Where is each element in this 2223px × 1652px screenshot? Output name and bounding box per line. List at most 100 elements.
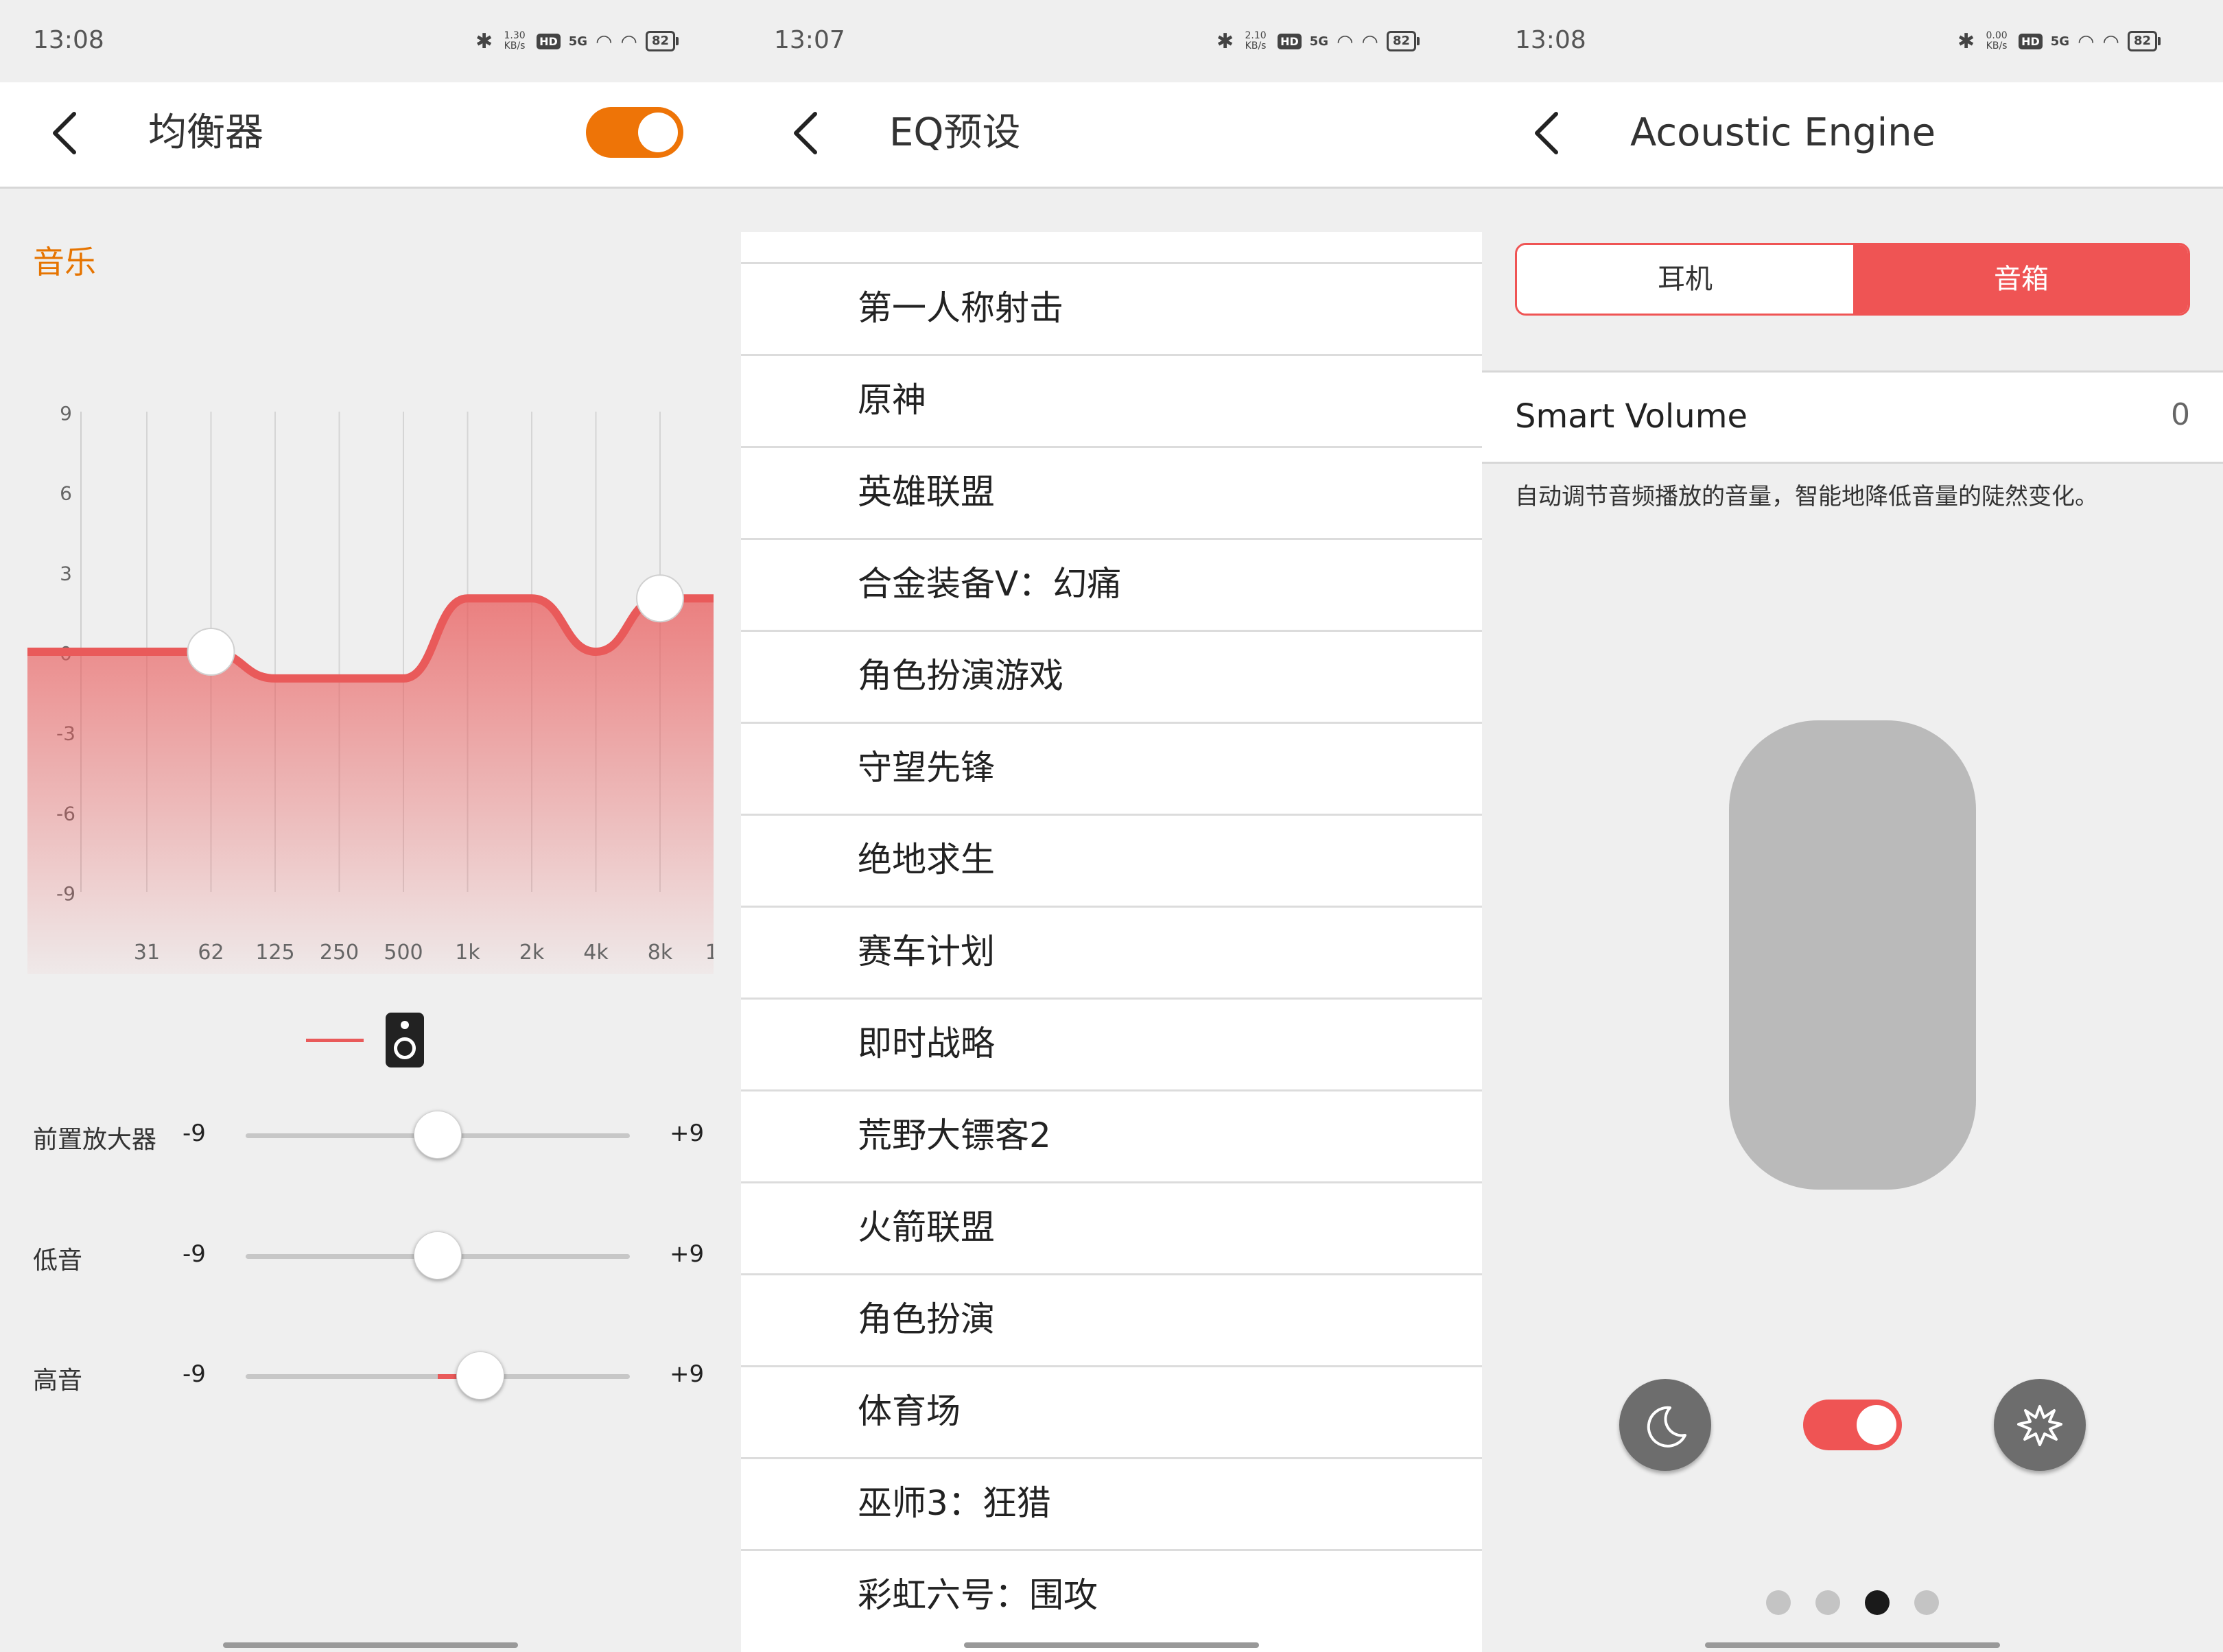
wifi-icon: ◠: [2102, 30, 2119, 53]
wifi-icon: ◠: [620, 30, 637, 53]
preset-item[interactable]: 第一人称射击: [741, 262, 1482, 354]
hd-badge: HD: [1278, 33, 1302, 49]
back-button[interactable]: [1520, 106, 1575, 161]
slider-max: +9: [670, 1120, 705, 1147]
x-tick-label: 250: [320, 941, 359, 965]
signal-5g: 5G: [1309, 34, 1329, 49]
slider-label: 前置放大器: [33, 1126, 157, 1154]
slider-thumb[interactable]: [414, 1231, 462, 1279]
back-button[interactable]: [38, 106, 93, 161]
slider-bass: 低音 -9 +9: [0, 1221, 741, 1290]
page-dot[interactable]: [1865, 1590, 1890, 1615]
smart-volume-row[interactable]: Smart Volume 0: [1482, 370, 2223, 464]
slider-track[interactable]: [246, 1231, 630, 1279]
preset-item[interactable]: 体育场: [741, 1365, 1482, 1457]
x-tick-label: 8k: [648, 941, 673, 965]
status-time: 13:08: [33, 26, 104, 54]
preset-item[interactable]: 即时战略: [741, 998, 1482, 1089]
preset-item[interactable]: 守望先锋: [741, 722, 1482, 814]
status-time: 13:08: [1515, 26, 1586, 54]
preset-item[interactable]: 英雄联盟: [741, 446, 1482, 538]
moon-icon: [1647, 1406, 1686, 1448]
preset-item[interactable]: 原神: [741, 354, 1482, 446]
slider-treble: 高音 -9 +9: [0, 1341, 741, 1410]
x-tick-label: 1k: [455, 941, 480, 965]
network-speed: 2.10 KB/s: [1245, 30, 1267, 51]
slider-max: +9: [670, 1360, 705, 1388]
app-header: EQ预设: [741, 82, 1482, 189]
slider-preamp: 前置放大器 -9 +9: [0, 1100, 741, 1169]
x-tick-label: 62: [198, 941, 224, 965]
band-handle[interactable]: [636, 574, 684, 623]
slider-label: 高音: [33, 1367, 83, 1395]
preset-item[interactable]: 绝地求生: [741, 814, 1482, 906]
preset-item[interactable]: 巫师3：狂猎: [741, 1457, 1482, 1549]
preset-item[interactable]: 角色扮演: [741, 1273, 1482, 1365]
preset-list[interactable]: 第一人称射击 原神 英雄联盟 合金装备V：幻痛 角色扮演游戏 守望先锋 绝地求生…: [741, 232, 1482, 1652]
page-dot[interactable]: [1914, 1590, 1939, 1615]
profile-label: 音乐: [33, 244, 96, 281]
smart-volume-value: 0: [2171, 397, 2190, 432]
x-tick-label: 16k: [705, 941, 714, 965]
band-handle[interactable]: [187, 628, 235, 676]
home-indicator[interactable]: [964, 1642, 1259, 1648]
slider-track[interactable]: [246, 1111, 630, 1159]
battery-icon: 82: [1386, 31, 1420, 51]
equalizer-chart[interactable]: 9630-3-6-931621252505001k2k4k8k16k: [27, 398, 714, 974]
output-segmented-control: 耳机 音箱: [1515, 243, 2190, 316]
slider-thumb[interactable]: [456, 1352, 505, 1400]
x-tick-label: 2k: [519, 941, 545, 965]
bluetooth-icon: ✱: [475, 29, 493, 54]
bluetooth-icon: ✱: [1216, 29, 1234, 54]
y-tick-label: 9: [60, 402, 72, 425]
home-indicator[interactable]: [1705, 1642, 2000, 1648]
toggle-knob: [638, 113, 678, 152]
page-dot[interactable]: [1815, 1590, 1840, 1615]
status-bar: 13:08 ✱ 0.00 KB/s HD 5G ◠ ◠ 82: [1482, 0, 2223, 82]
night-mode-button[interactable]: [1619, 1379, 1711, 1471]
chevron-left-icon: [53, 112, 76, 154]
equalizer-screen: 13:08 ✱ 1.30 KB/s HD 5G ◠ ◠ 82 均衡器 音乐 9 6 3…: [0, 0, 741, 1652]
page-dot[interactable]: [1766, 1590, 1791, 1615]
page-title: Acoustic Engine: [1630, 110, 1936, 155]
eq-presets-screen: 13:07 ✱ 2.10 KB/s HD 5G ◠ ◠ 82 EQ预设 第一人称射…: [741, 0, 1482, 1652]
preset-item[interactable]: 角色扮演游戏: [741, 630, 1482, 722]
y-tick-label: 3: [60, 562, 72, 585]
battery-icon: 82: [645, 31, 679, 51]
chevron-left-icon: [1535, 112, 1558, 154]
network-speed: 0.00 KB/s: [1986, 30, 2008, 51]
toggle-knob: [1857, 1405, 1896, 1445]
network-speed: 1.30 KB/s: [504, 30, 526, 51]
slider-min: -9: [183, 1120, 206, 1147]
slider-track[interactable]: [246, 1352, 630, 1400]
back-button[interactable]: [779, 106, 834, 161]
legend-line: [306, 1039, 364, 1042]
preset-item[interactable]: 彩虹六号：围攻: [741, 1549, 1482, 1641]
preset-item[interactable]: 合金装备V：幻痛: [741, 538, 1482, 630]
battery-icon: 82: [2127, 31, 2161, 51]
slider-min: -9: [183, 1360, 206, 1388]
segment-headphones[interactable]: 耳机: [1517, 245, 1853, 314]
wifi-icon: ◠: [1337, 30, 1354, 53]
preset-item[interactable]: 荒野大镖客2: [741, 1089, 1482, 1181]
status-time: 13:07: [774, 26, 845, 54]
smart-volume-toggle[interactable]: [1803, 1400, 1902, 1450]
smart-volume-label: Smart Volume: [1515, 397, 1748, 436]
wifi-icon: ◠: [2078, 30, 2095, 53]
home-indicator[interactable]: [223, 1642, 518, 1648]
wifi-icon: ◠: [1361, 30, 1378, 53]
status-bar: 13:07 ✱ 2.10 KB/s HD 5G ◠ ◠ 82: [741, 0, 1482, 82]
slider-max: +9: [670, 1240, 705, 1268]
smart-volume-description: 自动调节音频播放的音量，智能地降低音量的陡然变化。: [1515, 483, 2098, 510]
equalizer-toggle[interactable]: [586, 107, 683, 158]
slider-thumb[interactable]: [414, 1111, 462, 1159]
signal-5g: 5G: [2050, 34, 2070, 49]
preset-item[interactable]: 赛车计划: [741, 906, 1482, 998]
wifi-icon: ◠: [596, 30, 613, 53]
chevron-left-icon: [794, 112, 817, 154]
slider-min: -9: [183, 1240, 206, 1268]
segment-speaker[interactable]: 音箱: [1853, 245, 2188, 314]
x-tick-label: 500: [384, 941, 423, 965]
loud-mode-button[interactable]: [1994, 1379, 2086, 1471]
preset-item[interactable]: 火箭联盟: [741, 1181, 1482, 1273]
